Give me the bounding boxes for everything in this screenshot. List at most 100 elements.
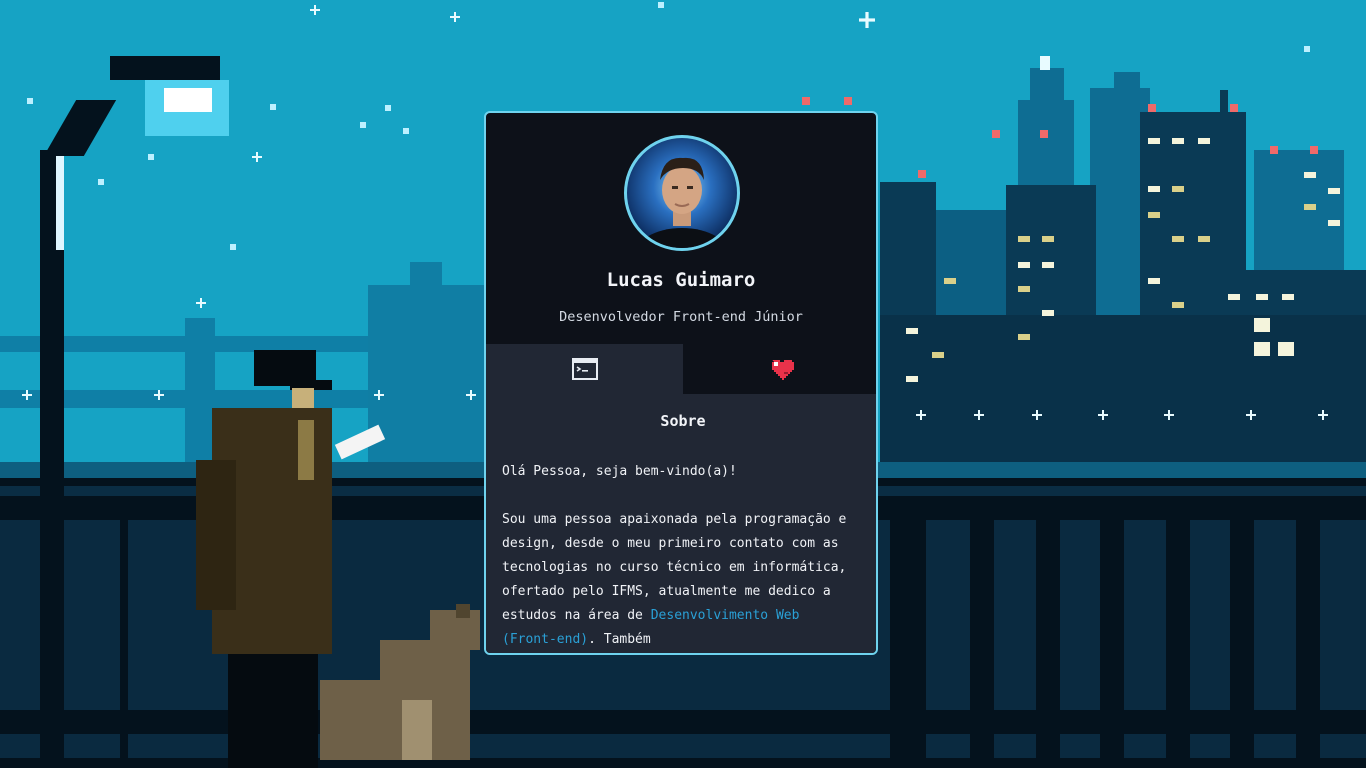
tab-likes[interactable]: [683, 344, 876, 394]
light-decoration: [374, 390, 384, 400]
star-decoration: [1304, 46, 1310, 52]
building: [1030, 68, 1064, 104]
star-decoration: [360, 122, 366, 128]
heart-icon: [771, 360, 794, 380]
light-decoration: [22, 390, 32, 400]
window: [1228, 294, 1240, 300]
light-decoration: [466, 390, 476, 400]
star-decoration: [196, 298, 206, 308]
star-decoration: [450, 12, 460, 22]
window: [1172, 186, 1184, 192]
profile-name: Lucas Guimaro: [606, 269, 756, 291]
building: [880, 315, 1366, 475]
light-decoration: [974, 410, 984, 420]
window: [1148, 138, 1160, 144]
avatar-photo: [636, 157, 728, 248]
window: [1278, 342, 1294, 356]
greeting: Olá Pessoa, seja bem-vindo(a)!: [502, 464, 737, 479]
window: [906, 376, 918, 382]
window: [1042, 236, 1054, 242]
profile-card: Lucas Guimaro Desenvolvedor Front-end Jú…: [484, 111, 878, 655]
window: [1282, 294, 1294, 300]
light-decoration: [1318, 410, 1328, 420]
window: [1172, 302, 1184, 308]
light-decoration: [1098, 410, 1108, 420]
star-decoration: [270, 104, 276, 110]
bio-paragraph-start: Sou uma pessoa apaixonada pela programaç…: [502, 512, 847, 623]
tower-light: [1230, 104, 1238, 112]
light-decoration: [1246, 410, 1256, 420]
terminal-icon: [571, 358, 598, 380]
dog-leg: [402, 700, 432, 760]
building: [410, 262, 442, 302]
railing-panel: [0, 734, 1366, 758]
light-decoration: [154, 390, 164, 400]
dog-ear: [456, 604, 470, 618]
light-decoration: [916, 410, 926, 420]
star-decoration: [230, 244, 236, 250]
avatar: [624, 135, 740, 251]
tower-light: [802, 97, 810, 105]
window: [1328, 188, 1340, 194]
dog-body: [320, 680, 470, 760]
window: [1018, 236, 1030, 242]
bio-paragraph-end: . Também: [588, 632, 651, 647]
star-decoration: [310, 5, 320, 15]
about-panel: Sobre Olá Pessoa, seja bem-vindo(a)! Sou…: [486, 394, 876, 653]
person-collar: [298, 420, 314, 480]
tower-light: [918, 170, 926, 178]
tower-light: [1040, 130, 1048, 138]
window: [1304, 172, 1316, 178]
tower-light: [992, 130, 1000, 138]
tower-light: [1270, 146, 1278, 154]
antenna: [1040, 56, 1050, 70]
window: [932, 352, 944, 358]
window: [1172, 138, 1184, 144]
window: [1018, 334, 1030, 340]
window: [1198, 236, 1210, 242]
window: [1254, 318, 1270, 332]
window: [906, 328, 918, 334]
profile-role: Desenvolvedor Front-end Júnior: [559, 309, 803, 325]
window: [1148, 186, 1160, 192]
window: [1042, 310, 1054, 316]
bridge-tower: [185, 318, 215, 468]
building: [1114, 72, 1140, 92]
lamp-head: [110, 56, 220, 80]
tower-light: [844, 97, 852, 105]
window: [1148, 212, 1160, 218]
lamp-bulb: [164, 88, 212, 112]
antenna: [1220, 90, 1228, 114]
window: [1198, 138, 1210, 144]
window: [1018, 286, 1030, 292]
window: [1172, 236, 1184, 242]
light-decoration: [1032, 410, 1042, 420]
window: [1256, 294, 1268, 300]
section-title: Sobre: [660, 412, 706, 430]
window: [1254, 342, 1270, 356]
star-decoration: [252, 152, 262, 162]
window: [1328, 220, 1340, 226]
window: [944, 278, 956, 284]
person-legs: [228, 654, 318, 768]
star-decoration: [148, 154, 154, 160]
star-decoration: [859, 12, 875, 28]
lamp-arm: [43, 100, 117, 156]
star-decoration: [658, 2, 664, 8]
tower-light: [1148, 104, 1156, 112]
tower-light: [1310, 146, 1318, 154]
tab-about[interactable]: [486, 344, 683, 394]
light-decoration: [1164, 410, 1174, 420]
star-decoration: [27, 98, 33, 104]
bio-text: Olá Pessoa, seja bem-vindo(a)! Sou uma p…: [502, 460, 862, 653]
star-decoration: [385, 105, 391, 111]
lamp-post: [56, 150, 64, 250]
bio-paragraph: Sou uma pessoa apaixonada pela programaç…: [502, 508, 862, 652]
window: [1018, 262, 1030, 268]
star-decoration: [98, 179, 104, 185]
window: [1304, 204, 1316, 210]
star-decoration: [403, 128, 409, 134]
railing-bar: [0, 710, 1366, 734]
tab-bar: [486, 344, 876, 394]
building: [368, 285, 484, 465]
